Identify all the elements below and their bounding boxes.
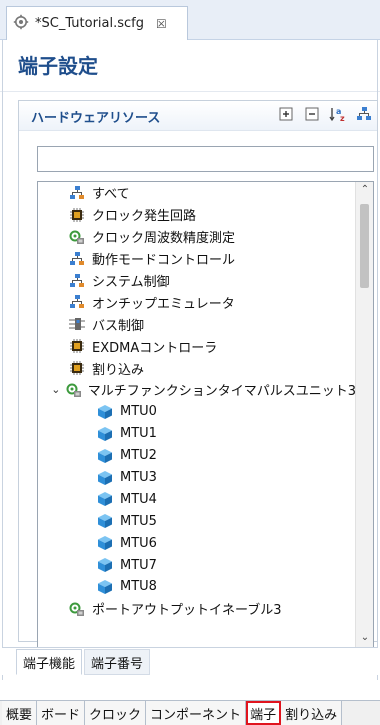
tree-item-label: マルチファンクションタイマパルスユニット3 [87, 384, 356, 400]
tree-item[interactable]: クロック周波数精度測定 [38, 226, 356, 248]
tree-item[interactable]: MTU3 [38, 467, 356, 489]
cube-icon [96, 448, 114, 464]
tree-item-label: オンチップエミュレータ [92, 296, 235, 312]
page-tab[interactable]: 概要 [2, 701, 38, 725]
tree-item-label: 動作モードコントロール [92, 253, 236, 269]
section-title: ハードウェアリソース [31, 111, 161, 126]
cube-icon [96, 404, 114, 420]
tree-item[interactable]: MTU6 [38, 532, 356, 554]
multi-peripheral-icon [66, 382, 82, 398]
tree-item[interactable]: ポートアウトプットイネーブル3 [38, 598, 356, 620]
hierarchy-view-icon[interactable] [355, 105, 373, 123]
page-tab[interactable]: クロック [85, 701, 147, 725]
page-tab[interactable]: 割り込み [281, 701, 343, 725]
tree-item-label: クロック周波数精度測定 [92, 231, 236, 247]
tree-item-label: すべて [92, 187, 130, 203]
hierarchy-icon [68, 273, 86, 289]
tree-item-label: MTU7 [120, 557, 157, 573]
hierarchy-icon [68, 185, 86, 201]
tree-item[interactable]: バス制御 [38, 313, 356, 335]
scroll-down-arrow[interactable]: ⌄ [356, 632, 373, 648]
tree-item[interactable]: MTU1 [38, 423, 356, 445]
tree-item[interactable]: ⌄ マルチファンクションタイマパルスユニット3 [38, 379, 356, 401]
multi-peripheral-icon [68, 601, 86, 617]
tree-item-label: MTU6 [120, 535, 157, 551]
collapse-all-icon[interactable] [303, 105, 321, 123]
cube-icon [96, 470, 114, 486]
cube-icon [96, 579, 114, 595]
scroll-thumb[interactable] [360, 204, 369, 288]
pin-view-tab[interactable]: 端子機能 [16, 649, 83, 675]
cube-icon [96, 491, 114, 507]
tree-rows: すべてクロック発生回路クロック周波数精度測定 動作モードコントロール システム制御オ… [38, 182, 356, 620]
tree-item-label: MTU2 [120, 448, 157, 464]
tree-item-label: MTU0 [120, 404, 157, 420]
page-tab[interactable]: ボード [37, 701, 86, 725]
page-tab[interactable]: コンポーネント [146, 701, 247, 725]
multi-peripheral-icon [68, 229, 86, 245]
tree-item[interactable]: EXDMAコントローラ [38, 335, 356, 357]
cube-icon [96, 535, 114, 551]
hierarchy-icon [68, 251, 86, 267]
editor-tab[interactable]: *SC_Tutorial.scfg ☒ [6, 6, 188, 40]
tree-item-label: システム制御 [92, 275, 170, 290]
cube-icon [96, 426, 114, 442]
filter-input[interactable] [37, 146, 374, 172]
tree-item[interactable]: MTU5 [38, 510, 356, 532]
page-tab[interactable]: 端子 [246, 701, 282, 725]
section-toolbar: az [277, 105, 373, 123]
close-icon[interactable]: ☒ [156, 17, 167, 31]
tree-item[interactable]: MTU7 [38, 554, 356, 576]
editor-tab-label: *SC_Tutorial.scfg [35, 16, 145, 31]
hardware-resources-section: ハードウェアリソース az すべてクロック発生回路クロック周波数精度測定 動作モー… [18, 100, 378, 651]
tree-item[interactable]: クロック発生回路 [38, 204, 356, 226]
svg-text:z: z [340, 114, 345, 122]
tree-item[interactable]: MTU0 [38, 401, 356, 423]
tree-item[interactable]: MTU8 [38, 576, 356, 598]
config-file-icon [13, 14, 29, 34]
tree-item[interactable]: すべて [38, 182, 356, 204]
tree-item[interactable]: 動作モードコントロール [38, 248, 356, 270]
expand-all-icon[interactable] [277, 105, 295, 123]
bus-icon [68, 316, 86, 332]
tree-item[interactable]: MTU2 [38, 445, 356, 467]
tree-item-label: ポートアウトプットイネーブル3 [92, 603, 282, 619]
tree-item-label: MTU5 [120, 513, 157, 529]
sort-alphabetical-icon[interactable]: az [329, 105, 347, 123]
tree-item-label: 割り込み [92, 362, 145, 378]
tree-item-label: バス制御 [92, 318, 145, 334]
tree-item-label: MTU1 [120, 426, 157, 442]
tree-item-label: MTU3 [120, 470, 157, 486]
tree-item-label: クロック発生回路 [92, 209, 197, 225]
page-header: 端子設定 [0, 40, 380, 92]
tree-item-label: MTU8 [120, 579, 157, 595]
cube-icon [96, 557, 114, 573]
tree-item[interactable]: 割り込み [38, 357, 356, 379]
chip-icon [68, 338, 86, 354]
tree-item-label: EXDMAコントローラ [92, 340, 218, 356]
pin-view-tab[interactable]: 端子番号 [84, 649, 151, 675]
cube-icon [96, 513, 114, 529]
scroll-up-arrow[interactable]: ⌃ [356, 184, 373, 200]
page-title: 端子設定 [18, 54, 98, 78]
chip-icon [68, 207, 86, 223]
chevron-down-icon[interactable]: ⌄ [50, 383, 62, 396]
section-header: ハードウェアリソース az [19, 101, 377, 131]
pin-view-tabs: 端子機能 端子番号 [2, 647, 378, 675]
tree-item[interactable]: オンチップエミュレータ [38, 291, 356, 313]
resource-tree[interactable]: すべてクロック発生回路クロック周波数精度測定 動作モードコントロール システム制御オ… [37, 181, 374, 651]
editor-page-tabs: 概要 ボード クロック コンポーネント 端子 割り込み [0, 700, 380, 725]
hierarchy-icon [68, 294, 86, 310]
chip-icon [68, 360, 86, 376]
tree-item[interactable]: MTU4 [38, 488, 356, 510]
editor-tab-strip: *SC_Tutorial.scfg ☒ [0, 0, 380, 40]
tree-scrollbar[interactable]: ⌃ ⌄ [355, 182, 373, 650]
tree-item[interactable]: システム制御 [38, 270, 356, 292]
tree-item-label: MTU4 [120, 491, 157, 507]
